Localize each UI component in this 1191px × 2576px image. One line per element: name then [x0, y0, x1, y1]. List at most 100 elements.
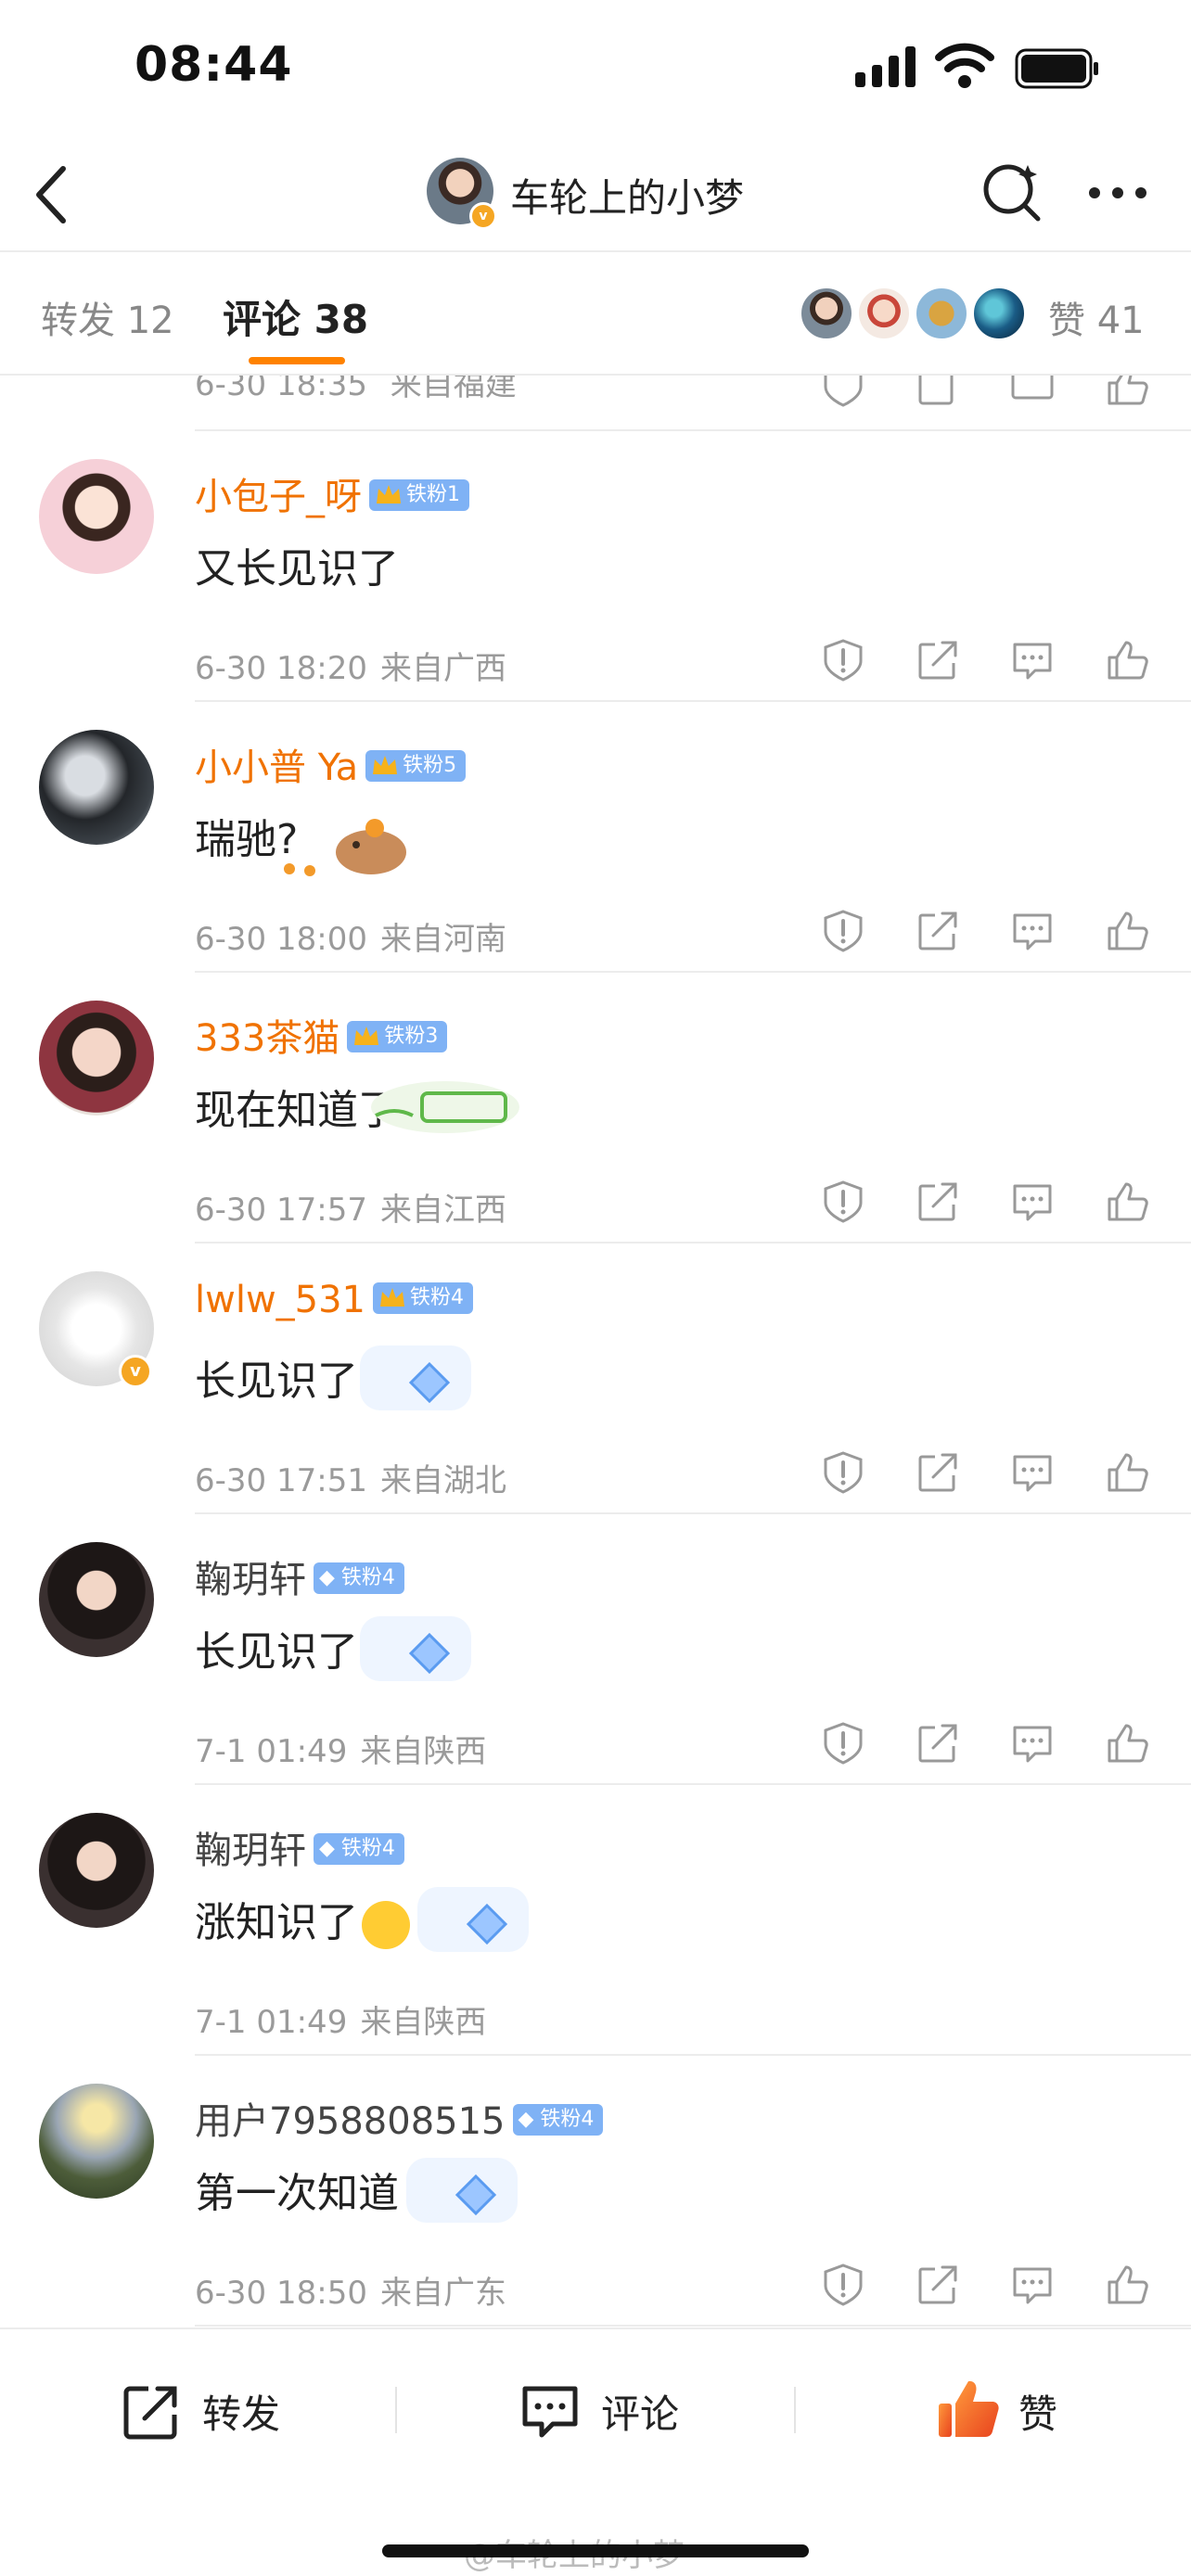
- report-icon[interactable]: [820, 637, 866, 683]
- comment-username[interactable]: lwlw_531 铁粉4: [195, 1279, 474, 1321]
- comment-time: 7-1 01:49: [195, 2004, 348, 2041]
- fan-badge: 铁粉4: [373, 1282, 474, 1314]
- like-icon[interactable]: [1104, 2262, 1150, 2308]
- comment-button[interactable]: 评论: [519, 2374, 705, 2448]
- report-icon[interactable]: [820, 376, 866, 409]
- share-icon[interactable]: [915, 2262, 961, 2308]
- comment-label: 评论: [601, 2391, 680, 2437]
- reply-icon[interactable]: [1009, 2262, 1056, 2308]
- comment-text: 又长见识了: [195, 545, 399, 593]
- comment-item[interactable]: 小包子_呀 铁粉1 又长见识了 6-30 18:20 来自广西: [0, 431, 1191, 702]
- comment-avatar[interactable]: [39, 730, 154, 845]
- comment-actions: [820, 1449, 1154, 1496]
- comment-meta: 6-30 18:50 来自广东: [195, 2267, 506, 2313]
- report-icon[interactable]: [820, 908, 866, 954]
- like-icon[interactable]: [1104, 1720, 1150, 1766]
- comment-item[interactable]: 鞠玥轩 ◆ 铁粉4 长见识了 7-1 01:49 来自陕西: [0, 1514, 1191, 1785]
- comment-item[interactable]: 333茶猫 铁粉3 现在知道了 6-30 17:57 来自江西: [0, 973, 1191, 1243]
- comment-avatar[interactable]: [39, 459, 154, 574]
- comment-meta: 6-30 17:57 来自江西: [195, 1184, 506, 1230]
- comment-username[interactable]: 小包子_呀 铁粉1: [195, 466, 469, 520]
- comment-username[interactable]: 鞠玥轩 ◆ 铁粉4: [195, 1820, 404, 1874]
- verified-badge-icon: v: [469, 202, 497, 230]
- comment-username[interactable]: 鞠玥轩 ◆ 铁粉4: [195, 1549, 404, 1603]
- tab-like[interactable]: 赞 41: [1048, 290, 1145, 344]
- reply-icon[interactable]: [1009, 1449, 1056, 1496]
- reply-icon[interactable]: [1009, 637, 1056, 683]
- report-icon[interactable]: [820, 1720, 866, 1766]
- like-icon[interactable]: [1104, 637, 1150, 683]
- header-title[interactable]: 车轮上的小梦: [510, 167, 744, 223]
- comment-item-partial: 6-30 18:35 来自福建: [0, 376, 1191, 431]
- comment-username[interactable]: 小小普 Ya 铁粉5: [195, 737, 467, 791]
- infj-sticker-icon: [371, 1081, 519, 1133]
- share-icon[interactable]: [915, 1449, 961, 1496]
- liker-avatar: [972, 287, 1026, 340]
- chevron-left-icon[interactable]: [26, 159, 78, 230]
- comment-item[interactable]: v lwlw_531 铁粉4 长见识了 6-30 17:51 来自湖北: [0, 1243, 1191, 1514]
- reply-icon[interactable]: [1009, 1720, 1056, 1766]
- fan-badge: ◆ 铁粉4: [314, 1833, 404, 1865]
- header: v 车轮上的小梦: [0, 139, 1191, 250]
- username-text: 鞠玥轩: [195, 1830, 306, 1872]
- comment-location: 来自陕西: [360, 2004, 487, 2041]
- crown-icon: [354, 1027, 379, 1045]
- comment-time: 6-30 18:35: [195, 376, 367, 403]
- diamond-sticker-icon: [406, 2158, 518, 2223]
- tab-active-indicator: [249, 357, 345, 364]
- comment-item[interactable]: 用户7958808515 ◆ 铁粉4 第一次知道 6-30 18:50 来自广东: [0, 2056, 1191, 2327]
- comment-avatar[interactable]: [39, 1813, 154, 1928]
- comment-time: 6-30 18:20: [195, 650, 367, 687]
- diamond-sticker-icon: [360, 1616, 471, 1681]
- fan-badge-text: 铁粉4: [340, 1566, 395, 1589]
- fan-badge-text: 铁粉4: [540, 2108, 595, 2131]
- diamond-icon: ◆: [319, 1566, 341, 1589]
- reply-icon[interactable]: [1009, 376, 1056, 409]
- battery-icon: [1015, 48, 1098, 89]
- comment-meta: 6-30 17:51 来自湖北: [195, 1455, 506, 1500]
- repost-label: 转发: [202, 2391, 281, 2437]
- more-icon[interactable]: [1085, 174, 1150, 211]
- comment-username[interactable]: 333茶猫 铁粉3: [195, 1008, 448, 1062]
- report-icon[interactable]: [820, 2262, 866, 2308]
- reply-icon[interactable]: [1009, 908, 1056, 954]
- comment-username[interactable]: 用户7958808515 ◆ 铁粉4: [195, 2091, 604, 2145]
- header-divider: [0, 250, 1191, 252]
- fan-badge-text: 铁粉3: [384, 1025, 439, 1048]
- comment-avatar[interactable]: [39, 2084, 154, 2199]
- diamond-icon: ◆: [319, 1837, 341, 1860]
- like-icon[interactable]: [1104, 376, 1150, 409]
- like-icon[interactable]: [1104, 1179, 1150, 1225]
- comment-actions: [820, 637, 1154, 683]
- report-icon[interactable]: [820, 1449, 866, 1496]
- comment-avatar[interactable]: [39, 1542, 154, 1657]
- comment-location: 来自江西: [379, 1192, 506, 1229]
- comment-item[interactable]: 小小普 Ya 铁粉5 瑞驰? 6-30 18:00 来自河南: [0, 702, 1191, 973]
- repost-button[interactable]: 转发: [121, 2374, 306, 2448]
- fan-badge-text: 铁粉4: [340, 1837, 395, 1860]
- comment-avatar[interactable]: [39, 1001, 154, 1116]
- comment-location: 来自湖北: [379, 1462, 506, 1499]
- fan-badge-text: 铁粉5: [403, 754, 457, 777]
- share-icon[interactable]: [915, 637, 961, 683]
- liker-avatar: [915, 287, 968, 340]
- comment-location: 来自河南: [379, 921, 506, 958]
- home-indicator[interactable]: [382, 2544, 809, 2557]
- search-icon[interactable]: [980, 159, 1044, 224]
- comment-item[interactable]: 鞠玥轩 ◆ 铁粉4 涨知识了 7-1 01:49 来自陕西: [0, 1785, 1191, 2056]
- bottom-bar-separator: [395, 2387, 397, 2433]
- fan-badge-text: 铁粉1: [406, 483, 460, 506]
- like-button[interactable]: 赞: [935, 2374, 1083, 2448]
- tab-comment[interactable]: 评论 38: [223, 288, 368, 345]
- share-icon[interactable]: [915, 908, 961, 954]
- reply-icon[interactable]: [1009, 1179, 1056, 1225]
- share-icon[interactable]: [915, 1720, 961, 1766]
- report-icon[interactable]: [820, 1179, 866, 1225]
- share-icon[interactable]: [915, 1179, 961, 1225]
- share-icon[interactable]: [915, 376, 961, 409]
- username-text: 小包子_呀: [195, 476, 362, 518]
- liker-avatar: [800, 287, 853, 340]
- like-icon[interactable]: [1104, 908, 1150, 954]
- like-icon[interactable]: [1104, 1449, 1150, 1496]
- tab-repost[interactable]: 转发 12: [41, 290, 174, 344]
